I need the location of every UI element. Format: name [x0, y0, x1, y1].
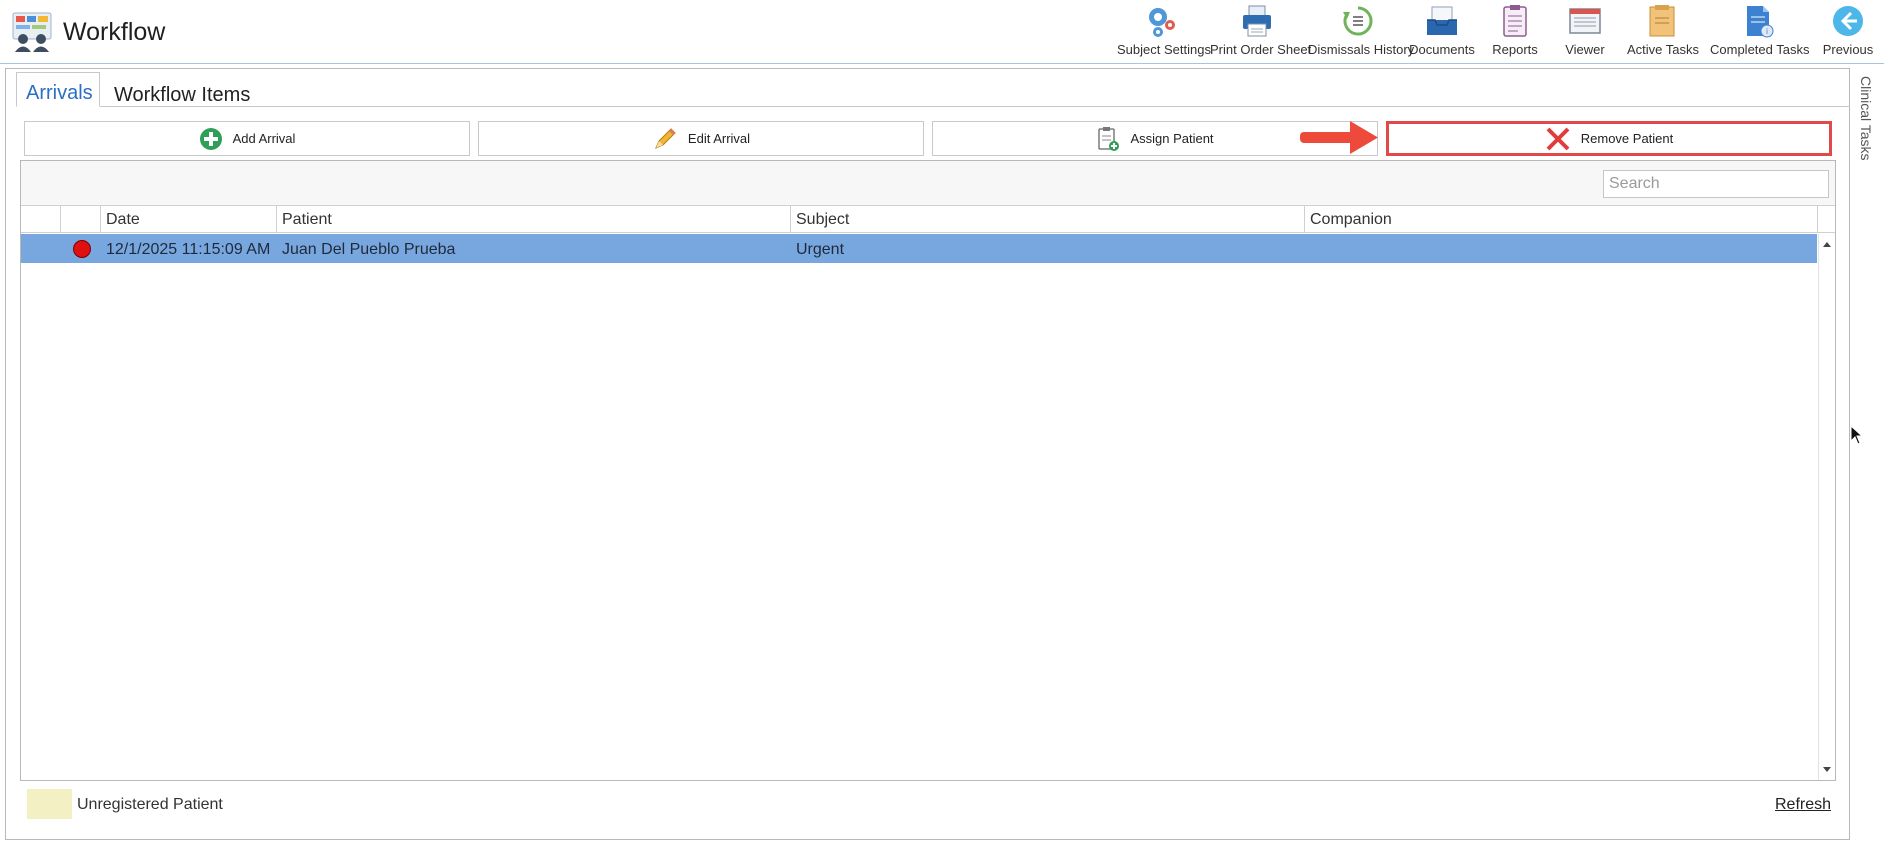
active-tasks-button[interactable]: Active Tasks [1627, 4, 1700, 60]
remove-patient-label: Remove Patient [1580, 131, 1674, 146]
cell-companion [1305, 234, 1310, 263]
app-header: Workflow Subject Settings Print Order Sh… [0, 0, 1884, 64]
scroll-down-icon[interactable] [1823, 767, 1831, 772]
arrivals-grid: Date Patient Subject Companion 12/1/2025… [20, 160, 1836, 781]
column-header-select[interactable] [21, 206, 61, 233]
search-input[interactable] [1603, 170, 1829, 198]
subject-settings-label: Subject Settings [1117, 42, 1211, 57]
legend-label: Unregistered Patient [77, 796, 223, 813]
dismissals-history-label: Dismissals History [1308, 42, 1415, 57]
previous-label: Previous [1822, 42, 1874, 57]
cell-date: 12/1/2025 11:15:09 AM [106, 241, 271, 258]
dismissals-history-button[interactable]: Dismissals History [1308, 4, 1415, 60]
grid-toolbar [21, 161, 1835, 206]
clinical-tasks-label: Clinical Tasks [1858, 76, 1874, 161]
documents-label: Documents [1409, 42, 1475, 57]
documents-button[interactable]: Documents [1409, 4, 1475, 60]
add-arrival-button[interactable]: Add Arrival [24, 121, 470, 156]
completed-tasks-button[interactable]: i Completed Tasks [1710, 4, 1810, 60]
edit-arrival-button[interactable]: Edit Arrival [478, 121, 924, 156]
assign-clipboard-icon [1098, 126, 1120, 151]
legend-swatch [27, 789, 72, 819]
assign-patient-label: Assign Patient [1130, 131, 1214, 146]
cell-subject: Urgent [796, 241, 845, 258]
print-order-sheet-label: Print Order Sheet [1210, 42, 1312, 57]
edit-arrival-label: Edit Arrival [687, 131, 751, 146]
history-icon [1343, 6, 1373, 36]
viewer-button[interactable]: Viewer [1560, 4, 1610, 60]
back-arrow-icon [1833, 6, 1863, 36]
column-header-date[interactable]: Date [101, 206, 277, 233]
close-x-icon [1546, 127, 1570, 150]
printer-icon [1243, 5, 1271, 37]
reports-label: Reports [1492, 42, 1538, 57]
add-arrival-label: Add Arrival [232, 131, 296, 146]
status-indicator-icon [73, 240, 91, 258]
previous-button[interactable]: Previous [1820, 4, 1876, 60]
remove-patient-button[interactable]: Remove Patient [1386, 121, 1832, 156]
column-header-companion[interactable]: Companion [1305, 206, 1818, 233]
column-header-status[interactable] [61, 206, 101, 233]
clipboard-icon [1503, 5, 1527, 37]
completed-document-icon: i [1747, 6, 1774, 38]
inbox-tray-icon [1427, 6, 1457, 35]
tab-divider [16, 106, 1852, 107]
task-folder-icon [1649, 5, 1675, 37]
svg-text:i: i [1766, 27, 1768, 36]
active-tasks-label: Active Tasks [1627, 42, 1700, 57]
add-circle-icon [199, 127, 222, 150]
page-title: Workflow [63, 18, 166, 46]
viewer-window-icon [1569, 8, 1601, 34]
cell-patient: Juan Del Pueblo Prueba [282, 241, 456, 258]
vertical-scrollbar[interactable] [1818, 234, 1835, 780]
workflow-logo-icon [12, 12, 52, 52]
subject-settings-button[interactable]: Subject Settings [1117, 4, 1211, 60]
clinical-tasks-panel[interactable]: Clinical Tasks [1850, 68, 1884, 840]
tab-arrivals[interactable]: Arrivals [16, 72, 100, 107]
gears-icon [1149, 8, 1175, 37]
scroll-up-icon[interactable] [1823, 242, 1831, 247]
grid-header: Date Patient Subject Companion [21, 206, 1835, 233]
column-header-subject[interactable]: Subject [791, 206, 1305, 233]
pencil-icon [654, 127, 676, 149]
tab-workflow-items[interactable]: Workflow Items [105, 75, 265, 110]
mouse-pointer-icon [1850, 425, 1864, 445]
viewer-label: Viewer [1565, 42, 1605, 57]
annotation-arrow-icon [1300, 121, 1378, 154]
table-row[interactable]: 12/1/2025 11:15:09 AM Juan Del Pueblo Pr… [21, 234, 1817, 263]
column-header-patient[interactable]: Patient [277, 206, 791, 233]
reports-button[interactable]: Reports [1490, 4, 1540, 60]
refresh-link[interactable]: Refresh [1775, 796, 1831, 814]
completed-tasks-label: Completed Tasks [1710, 42, 1810, 57]
print-order-sheet-button[interactable]: Print Order Sheet [1210, 4, 1312, 60]
